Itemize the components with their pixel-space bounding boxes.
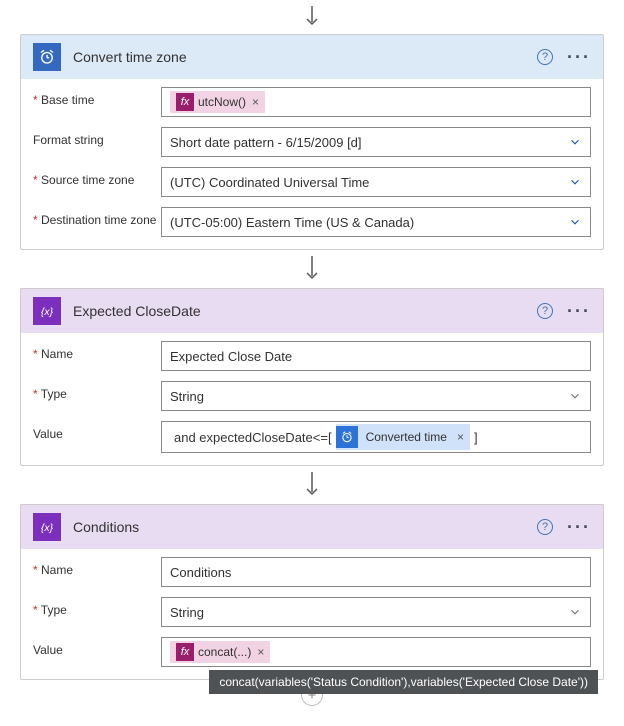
field-label-dest-tz: Destination time zone bbox=[33, 207, 161, 227]
dynamic-content-token[interactable]: Converted time × bbox=[336, 424, 470, 450]
expression-token[interactable]: fx concat(...) × bbox=[170, 641, 270, 663]
format-string-select[interactable]: Short date pattern - 6/15/2009 [d] bbox=[161, 127, 591, 157]
select-value: (UTC-05:00) Eastern Time (US & Canada) bbox=[170, 215, 414, 230]
chevron-down-icon bbox=[568, 389, 582, 403]
select-value: Short date pattern - 6/15/2009 [d] bbox=[170, 135, 362, 150]
svg-text:{x}: {x} bbox=[41, 306, 54, 318]
name-input[interactable]: Expected Close Date bbox=[161, 341, 591, 371]
card-header[interactable]: {x} Conditions ? ··· bbox=[21, 505, 603, 549]
chevron-down-icon bbox=[568, 605, 582, 619]
card-title: Expected CloseDate bbox=[73, 303, 525, 319]
token-text: concat(...) bbox=[198, 645, 251, 659]
input-value: Conditions bbox=[170, 565, 231, 580]
token-text: utcNow() bbox=[198, 95, 246, 109]
arrow-down-icon bbox=[304, 472, 320, 498]
field-label-name: Name bbox=[33, 341, 161, 361]
fx-icon: fx bbox=[176, 93, 194, 111]
arrow-down-icon bbox=[304, 6, 320, 28]
card-title: Conditions bbox=[73, 519, 525, 535]
action-card-expected-closedate: {x} Expected CloseDate ? ··· Name Expect… bbox=[20, 288, 604, 466]
source-timezone-select[interactable]: (UTC) Coordinated Universal Time bbox=[161, 167, 591, 197]
destination-timezone-select[interactable]: (UTC-05:00) Eastern Time (US & Canada) bbox=[161, 207, 591, 237]
remove-token-icon[interactable]: × bbox=[252, 95, 259, 109]
flow-arrow bbox=[20, 466, 604, 504]
remove-token-icon[interactable]: × bbox=[257, 645, 264, 659]
field-label-format: Format string bbox=[33, 127, 161, 147]
field-label-type: Type bbox=[33, 597, 161, 617]
card-title: Convert time zone bbox=[73, 49, 525, 65]
field-label-source-tz: Source time zone bbox=[33, 167, 161, 187]
fx-icon: fx bbox=[176, 643, 194, 661]
select-value: (UTC) Coordinated Universal Time bbox=[170, 175, 369, 190]
value-text-prefix: and expectedCloseDate<=[ bbox=[170, 430, 336, 445]
field-label-name: Name bbox=[33, 557, 161, 577]
field-label-value: Value bbox=[33, 421, 161, 441]
help-icon[interactable]: ? bbox=[537, 519, 553, 535]
help-icon[interactable]: ? bbox=[537, 49, 553, 65]
expression-token[interactable]: fx utcNow() × bbox=[170, 91, 265, 113]
help-icon[interactable]: ? bbox=[537, 303, 553, 319]
card-header[interactable]: Convert time zone ? ··· bbox=[21, 35, 603, 79]
svg-text:{x}: {x} bbox=[41, 522, 54, 534]
token-text: Converted time bbox=[362, 430, 451, 444]
type-select[interactable]: String bbox=[161, 597, 591, 627]
chevron-down-icon bbox=[568, 175, 582, 189]
variable-icon: {x} bbox=[33, 513, 61, 541]
remove-token-icon[interactable]: × bbox=[457, 430, 464, 444]
more-menu-icon[interactable]: ··· bbox=[567, 52, 591, 62]
value-text-suffix: ] bbox=[470, 430, 482, 445]
chevron-down-icon bbox=[568, 135, 582, 149]
arrow-down-icon bbox=[304, 256, 320, 282]
type-select[interactable]: String bbox=[161, 381, 591, 411]
chevron-down-icon bbox=[568, 215, 582, 229]
input-value: Expected Close Date bbox=[170, 349, 292, 364]
clock-icon bbox=[33, 43, 61, 71]
select-value: String bbox=[170, 605, 204, 620]
value-input[interactable]: fx concat(...) × concat(variables('Statu… bbox=[161, 637, 591, 667]
action-card-conditions: {x} Conditions ? ··· Name Conditions Typ… bbox=[20, 504, 604, 680]
base-time-input[interactable]: fx utcNow() × bbox=[161, 87, 591, 117]
expression-tooltip: concat(variables('Status Condition'),var… bbox=[209, 670, 598, 694]
value-input[interactable]: and expectedCloseDate<=[ Converted time … bbox=[161, 421, 591, 453]
clock-icon bbox=[336, 426, 358, 448]
more-menu-icon[interactable]: ··· bbox=[567, 522, 591, 532]
flow-arrow bbox=[20, 0, 604, 34]
name-input[interactable]: Conditions bbox=[161, 557, 591, 587]
card-header[interactable]: {x} Expected CloseDate ? ··· bbox=[21, 289, 603, 333]
more-menu-icon[interactable]: ··· bbox=[567, 306, 591, 316]
variable-icon: {x} bbox=[33, 297, 61, 325]
field-label-value: Value bbox=[33, 637, 161, 657]
flow-arrow bbox=[20, 250, 604, 288]
action-card-convert-time-zone: Convert time zone ? ··· Base time fx utc… bbox=[20, 34, 604, 250]
field-label-base-time: Base time bbox=[33, 87, 161, 107]
field-label-type: Type bbox=[33, 381, 161, 401]
select-value: String bbox=[170, 389, 204, 404]
